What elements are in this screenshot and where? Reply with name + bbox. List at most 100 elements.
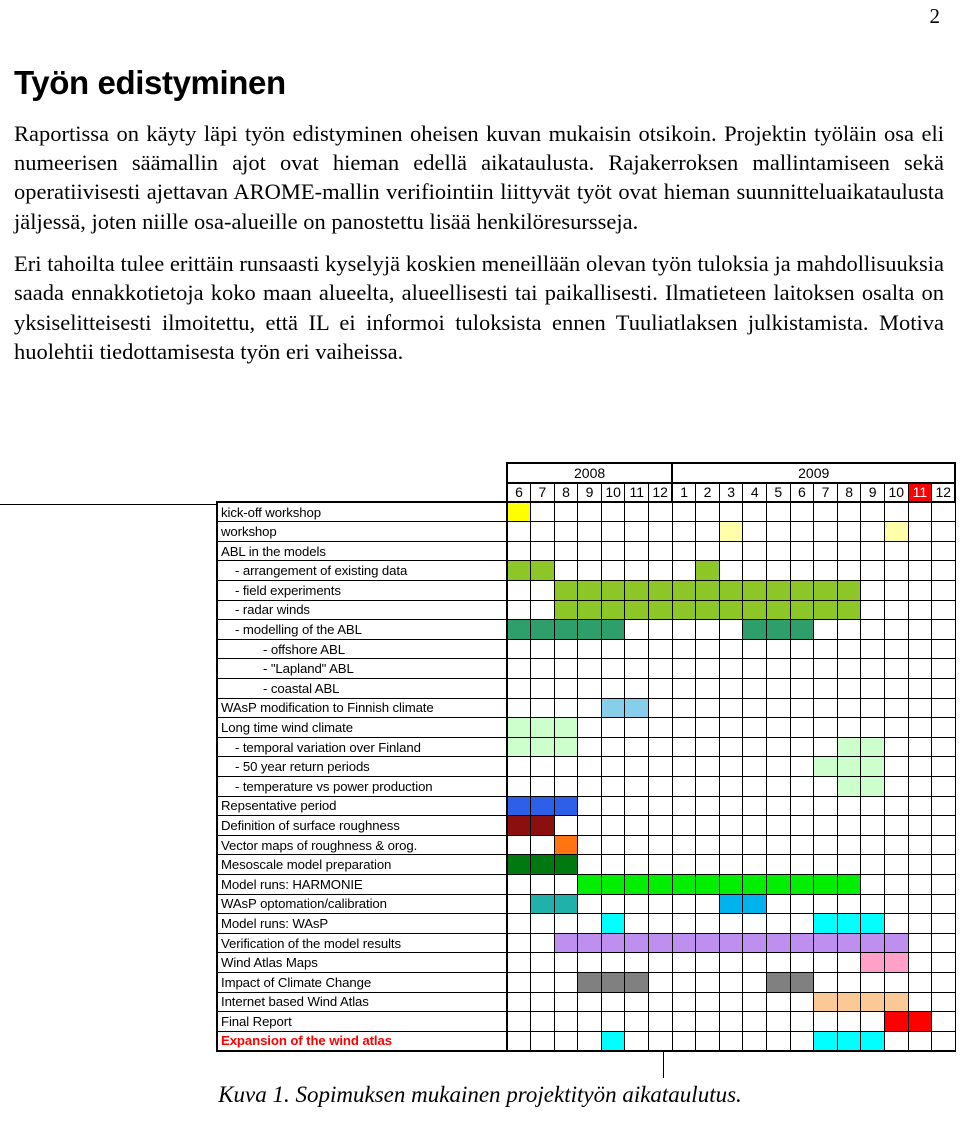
gantt-task-row: Wind Atlas Maps <box>216 952 956 973</box>
gantt-empty-cell <box>860 854 885 875</box>
gantt-bar-cell <box>600 873 626 895</box>
gantt-empty-cell <box>648 717 673 738</box>
gantt-empty-cell <box>718 991 744 1013</box>
gantt-month-header: 1 <box>671 481 697 504</box>
gantt-lead-line <box>0 504 216 505</box>
gantt-empty-cell <box>884 776 909 797</box>
gantt-empty-cell <box>766 678 791 699</box>
gantt-task-row: - modelling of the ABL <box>216 619 956 640</box>
gantt-empty-cell <box>624 619 650 640</box>
gantt-task-row: Repsentative period <box>216 795 956 817</box>
gantt-empty-cell <box>884 736 909 758</box>
gantt-empty-cell <box>648 893 673 915</box>
gantt-empty-cell <box>789 717 815 738</box>
gantt-empty-cell <box>553 913 579 934</box>
gantt-empty-cell <box>766 815 791 836</box>
gantt-empty-cell <box>884 501 909 523</box>
gantt-empty-cell <box>884 619 909 640</box>
gantt-empty-cell <box>931 717 956 738</box>
gantt-empty-cell <box>624 638 650 660</box>
gantt-empty-cell <box>671 913 697 934</box>
gantt-empty-cell <box>884 795 909 817</box>
gantt-empty-cell <box>907 658 933 680</box>
gantt-empty-cell <box>718 776 744 797</box>
gantt-empty-cell <box>766 521 791 542</box>
gantt-empty-cell <box>836 893 862 915</box>
gantt-bar-cell <box>836 913 862 934</box>
gantt-empty-cell <box>648 1011 673 1032</box>
gantt-empty-cell <box>577 893 602 915</box>
gantt-task-label: Definition of surface roughness <box>216 815 508 836</box>
gantt-task-label: - offshore ABL <box>216 638 508 660</box>
gantt-empty-cell <box>648 658 673 680</box>
gantt-empty-cell <box>907 756 933 777</box>
gantt-task-row: Internet based Wind Atlas <box>216 991 956 1013</box>
gantt-task-row: ABL in the models <box>216 540 956 562</box>
gantt-empty-cell <box>506 638 532 660</box>
gantt-bar-cell <box>813 580 838 601</box>
gantt-empty-cell <box>813 736 838 758</box>
gantt-empty-cell <box>695 638 720 660</box>
gantt-empty-cell <box>907 1030 933 1052</box>
gantt-empty-cell <box>766 540 791 562</box>
gantt-month-header: 10 <box>884 481 909 504</box>
gantt-empty-cell <box>600 540 626 562</box>
gantt-empty-cell <box>695 952 720 973</box>
gantt-empty-cell <box>553 1011 579 1032</box>
gantt-empty-cell <box>766 913 791 934</box>
gantt-bar-cell <box>695 580 720 601</box>
gantt-empty-cell <box>789 815 815 836</box>
gantt-bar-cell <box>600 1030 626 1052</box>
gantt-task-row: Impact of Climate Change <box>216 971 956 993</box>
gantt-empty-cell <box>718 619 744 640</box>
document-body: Työn edistyminen Raportissa on käyty läp… <box>14 64 944 380</box>
gantt-bar-cell <box>695 599 720 621</box>
gantt-empty-cell <box>553 952 579 973</box>
gantt-task-label: - 50 year return periods <box>216 756 508 777</box>
gantt-empty-cell <box>813 697 838 719</box>
gantt-empty-cell <box>789 756 815 777</box>
gantt-empty-cell <box>530 873 555 895</box>
gantt-empty-cell <box>860 619 885 640</box>
gantt-task-row: - coastal ABL <box>216 678 956 699</box>
gantt-task-label: kick-off workshop <box>216 501 508 523</box>
gantt-bar-cell <box>766 873 791 895</box>
gantt-empty-cell <box>648 815 673 836</box>
gantt-empty-cell <box>577 638 602 660</box>
gantt-empty-cell <box>671 971 697 993</box>
gantt-empty-cell <box>506 873 532 895</box>
gantt-bar-cell <box>600 599 626 621</box>
gantt-bar-cell <box>600 697 626 719</box>
gantt-bar-cell <box>577 932 602 954</box>
gantt-bar-cell <box>695 932 720 954</box>
gantt-bar-cell <box>836 776 862 797</box>
gantt-empty-cell <box>789 638 815 660</box>
gantt-bar-cell <box>506 736 532 758</box>
gantt-empty-cell <box>530 952 555 973</box>
gantt-empty-cell <box>671 658 697 680</box>
gantt-empty-cell <box>695 776 720 797</box>
gantt-empty-cell <box>860 795 885 817</box>
gantt-empty-cell <box>624 560 650 582</box>
gantt-empty-cell <box>789 540 815 562</box>
gantt-empty-cell <box>907 932 933 954</box>
gantt-empty-cell <box>742 815 768 836</box>
gantt-empty-cell <box>718 501 744 523</box>
gantt-bar-cell <box>624 580 650 601</box>
gantt-empty-cell <box>813 501 838 523</box>
gantt-empty-cell <box>813 678 838 699</box>
page-title: Työn edistyminen <box>14 64 286 101</box>
gantt-bar-cell <box>884 932 909 954</box>
gantt-bar-cell <box>742 580 768 601</box>
gantt-empty-cell <box>813 619 838 640</box>
gantt-task-row: - offshore ABL <box>216 638 956 660</box>
gantt-empty-cell <box>506 599 532 621</box>
gantt-empty-cell <box>553 756 579 777</box>
gantt-bar-cell <box>600 932 626 954</box>
gantt-month-header: 9 <box>577 481 602 504</box>
gantt-empty-cell <box>600 834 626 856</box>
gantt-empty-cell <box>624 1011 650 1032</box>
gantt-task-row: Verification of the model results <box>216 932 956 954</box>
gantt-empty-cell <box>648 501 673 523</box>
gantt-empty-cell <box>695 756 720 777</box>
